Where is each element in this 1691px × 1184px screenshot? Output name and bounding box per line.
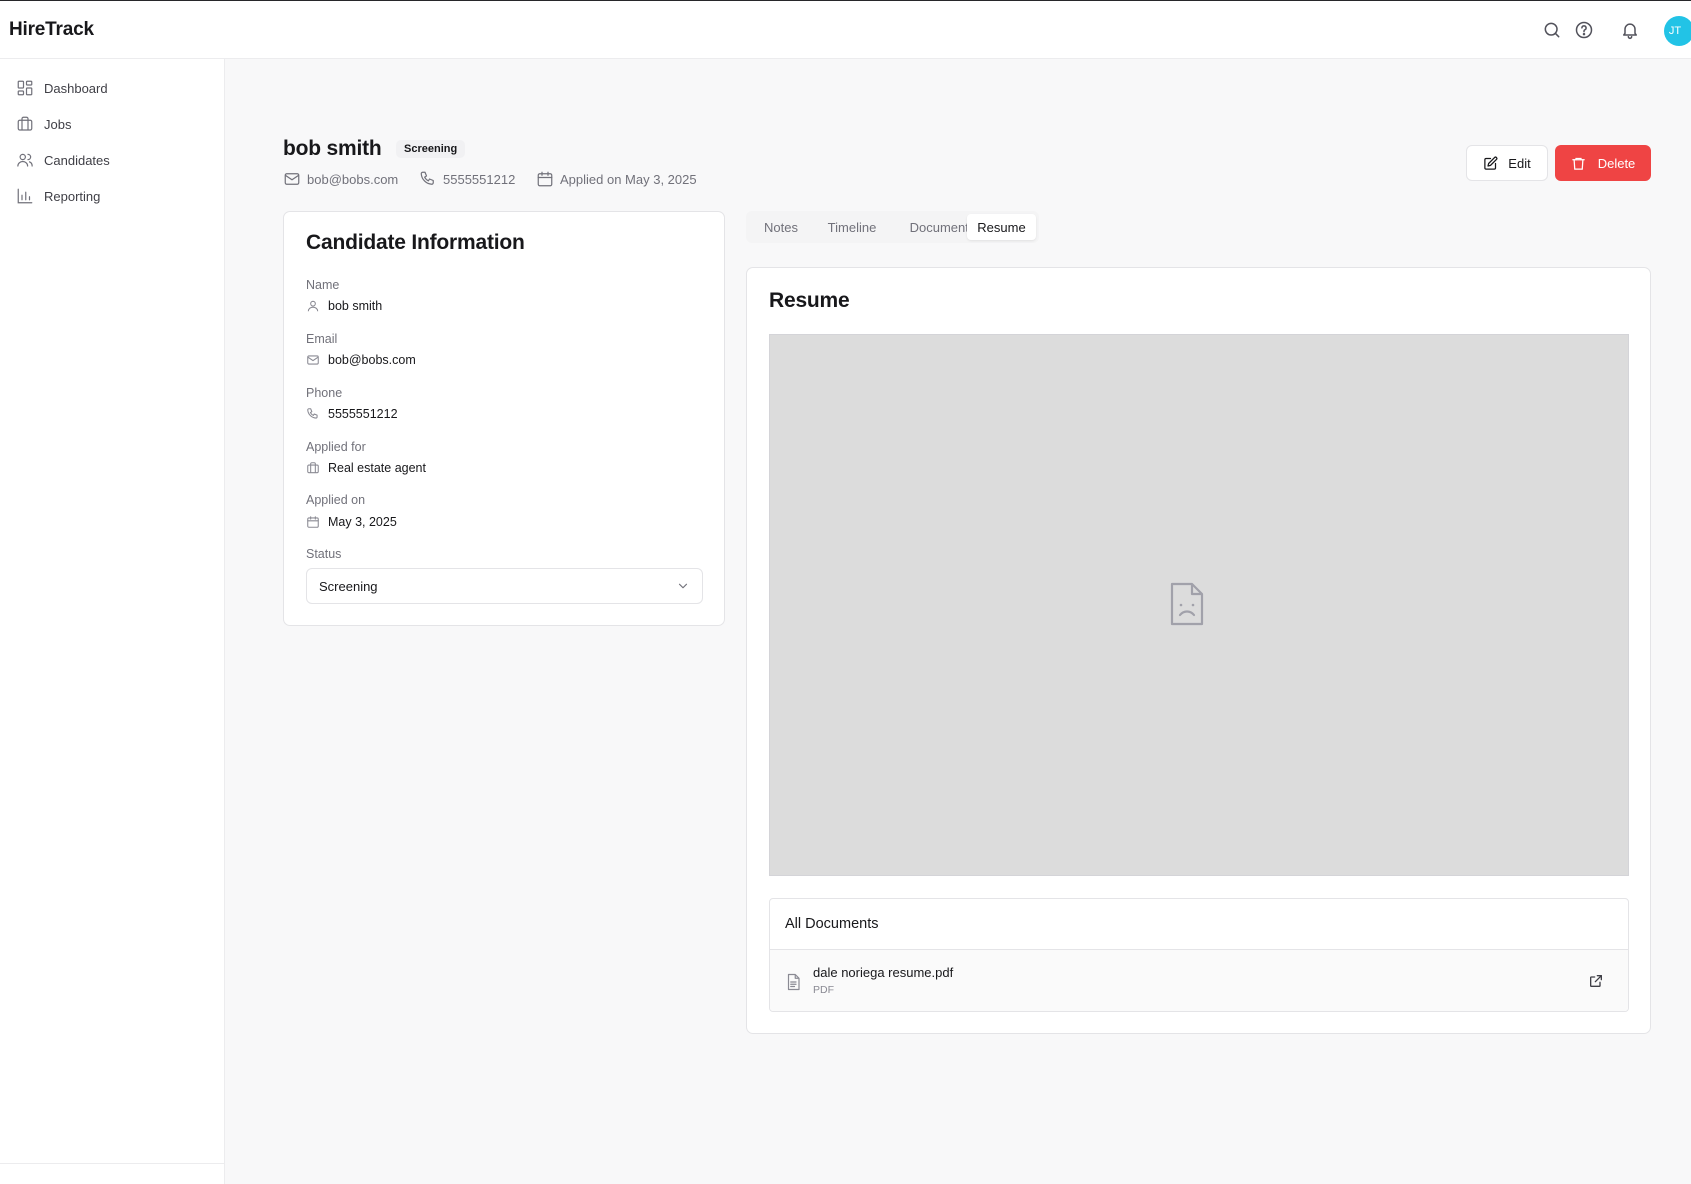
sidebar-item-jobs[interactable]: Jobs	[16, 112, 71, 136]
header-phone: 5555551212	[419, 169, 515, 189]
header-email: bob@bobs.com	[283, 169, 398, 189]
document-type: PDF	[813, 984, 834, 996]
sidebar-item-candidates[interactable]: Candidates	[16, 148, 110, 172]
sidebar-item-label: Jobs	[44, 116, 72, 132]
bar-chart-icon	[16, 187, 34, 205]
all-documents-title: All Documents	[785, 916, 879, 932]
sidebar: Dashboard Jobs Candidates Reporting	[0, 59, 225, 1184]
candidate-info-card: Candidate Information Name bob smith Ema…	[283, 211, 725, 626]
document-row[interactable]: dale noriega resume.pdf PDF	[770, 949, 1628, 1011]
field-value-text: May 3, 2025	[328, 515, 397, 529]
top-bar: HireTrack JT	[0, 0, 1691, 59]
phone-icon	[306, 407, 320, 421]
help-icon[interactable]	[1574, 20, 1594, 40]
tab-list: Notes Timeline Documents Resume	[746, 211, 1039, 243]
edit-button[interactable]: Edit	[1466, 145, 1548, 181]
dashboard-icon	[16, 79, 34, 97]
sidebar-divider	[0, 1163, 225, 1164]
user-icon	[306, 299, 320, 313]
sidebar-item-label: Candidates	[44, 152, 110, 168]
field-value-text: 5555551212	[328, 407, 398, 421]
calendar-icon	[306, 515, 320, 529]
chevron-down-icon	[676, 579, 690, 593]
edit-icon	[1483, 156, 1498, 171]
field-label-applied-for: Applied for	[306, 440, 366, 454]
header-email-text: bob@bobs.com	[307, 171, 399, 187]
tab-timeline[interactable]: Timeline	[812, 214, 892, 240]
field-label-applied-on: Applied on	[306, 493, 366, 507]
document-name[interactable]: dale noriega resume.pdf	[813, 965, 953, 980]
sidebar-item-label: Dashboard	[44, 80, 108, 96]
search-icon[interactable]	[1542, 20, 1562, 40]
page-title: bob smith	[283, 137, 382, 160]
briefcase-icon	[16, 115, 34, 133]
mail-icon	[306, 353, 320, 367]
field-value-text: bob@bobs.com	[328, 353, 416, 367]
resume-card: Resume All Documents dale noriega resume…	[746, 267, 1651, 1034]
resume-preview[interactable]	[769, 334, 1629, 876]
sidebar-item-label: Reporting	[44, 188, 101, 204]
avatar[interactable]: JT	[1664, 16, 1691, 46]
header-applied-text: Applied on May 3, 2025	[560, 171, 697, 187]
status-select[interactable]: Screening	[306, 568, 703, 604]
trash-icon	[1571, 156, 1586, 171]
edit-button-label: Edit	[1508, 155, 1531, 171]
field-value-text: bob smith	[328, 299, 383, 313]
field-value-name: bob smith	[306, 297, 382, 315]
calendar-icon	[536, 170, 554, 188]
card-title: Candidate Information	[306, 231, 525, 254]
phone-icon	[419, 170, 437, 188]
header-applied: Applied on May 3, 2025	[536, 169, 697, 189]
external-link-icon[interactable]	[1588, 973, 1604, 989]
briefcase-icon	[306, 461, 320, 475]
delete-button-label: Delete	[1597, 155, 1636, 171]
field-label-name: Name	[306, 278, 340, 292]
header-phone-text: 5555551212	[443, 171, 516, 187]
tab-notes[interactable]: Notes	[750, 214, 812, 240]
sidebar-item-dashboard[interactable]: Dashboard	[16, 76, 108, 100]
field-value-applied-for: Real estate agent	[306, 459, 426, 477]
field-label-status: Status	[306, 547, 342, 561]
field-value-text: Real estate agent	[328, 461, 426, 475]
field-value-applied-on: May 3, 2025	[306, 513, 397, 531]
field-label-email: Email	[306, 332, 338, 346]
delete-button[interactable]: Delete	[1555, 145, 1651, 181]
field-value-phone: 5555551212	[306, 405, 398, 423]
sidebar-item-reporting[interactable]: Reporting	[16, 184, 100, 208]
brand-logo[interactable]: HireTrack	[9, 19, 94, 41]
field-label-phone: Phone	[306, 386, 343, 400]
tab-resume[interactable]: Resume	[967, 214, 1036, 240]
users-icon	[16, 151, 34, 169]
bell-icon[interactable]	[1620, 20, 1640, 40]
field-value-email: bob@bobs.com	[306, 351, 416, 369]
file-text-icon	[784, 972, 802, 992]
resume-title: Resume	[769, 289, 850, 312]
mail-icon	[283, 170, 301, 188]
status-select-value: Screening	[319, 578, 378, 594]
all-documents-panel: All Documents dale noriega resume.pdf PD…	[769, 898, 1629, 1012]
status-badge: Screening	[396, 140, 466, 158]
